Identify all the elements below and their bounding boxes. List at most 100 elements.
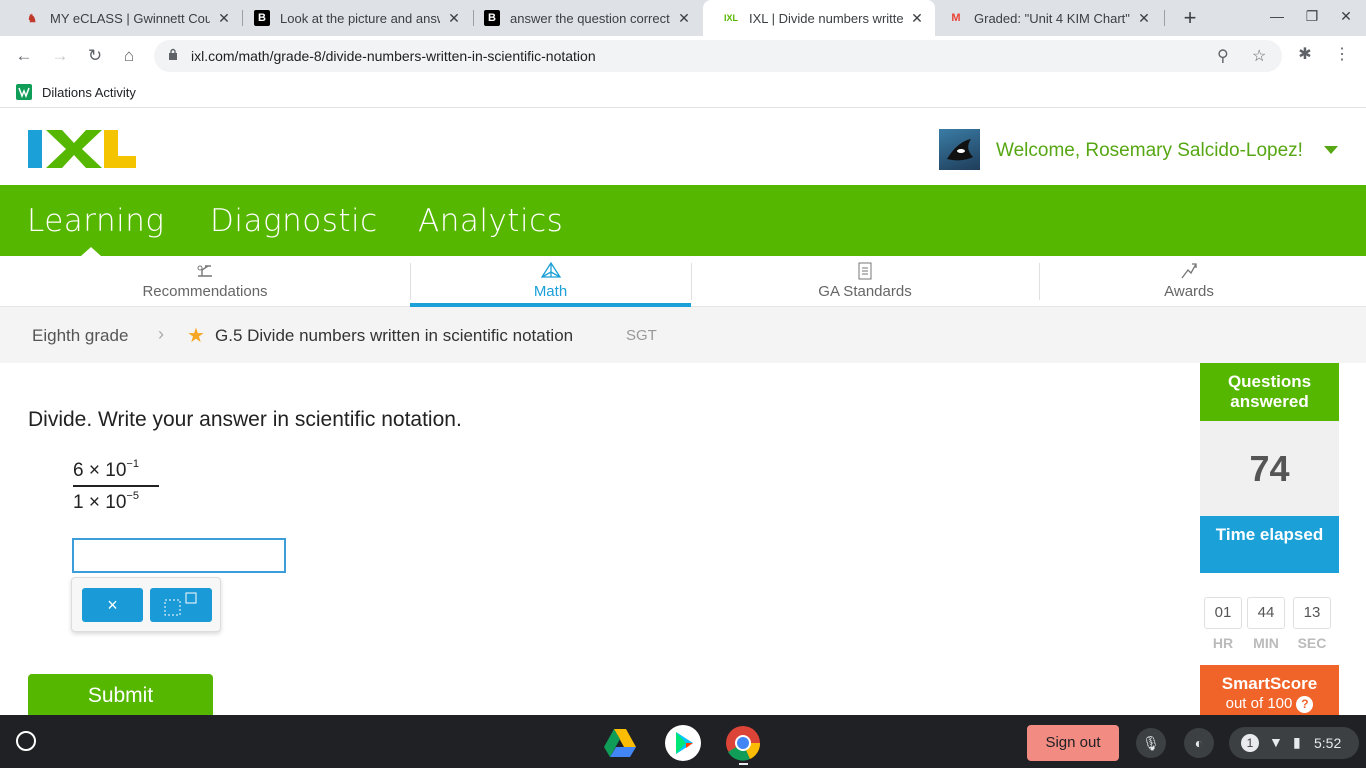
browser-tab-eclass[interactable]: ♞ MY eCLASS | Gwinnett County ✕ <box>4 0 242 36</box>
question-prompt: Divide. Write your answer in scientific … <box>28 408 462 431</box>
tab-awards[interactable]: Awards <box>1039 256 1339 307</box>
nav-diagnostic[interactable]: Diagnostic <box>210 203 378 239</box>
questions-answered-label: Questions answered <box>1200 363 1339 421</box>
microphone-icon[interactable]: 🎙 <box>1136 728 1166 758</box>
num-base: 10 <box>105 460 127 481</box>
denominator: 1 × 10−5 <box>73 490 159 514</box>
system-tray[interactable]: 1 ▼ ▮ 5:52 <box>1229 727 1359 759</box>
welcome-message[interactable]: Welcome, Rosemary Salcido-Lopez! <box>996 140 1303 162</box>
answer-input[interactable] <box>72 538 286 573</box>
math-keypad: × <box>71 577 221 632</box>
exponent-icon <box>164 592 197 616</box>
wifi-icon: ▼ <box>1269 734 1283 750</box>
ixl-icon: IXL <box>723 13 738 23</box>
num-exp: −1 <box>126 458 139 470</box>
address-bar[interactable]: ixl.com/math/grade-8/divide-numbers-writ… <box>154 40 1282 72</box>
play-store-icon[interactable] <box>665 725 701 761</box>
browser-tab-strip: ♞ MY eCLASS | Gwinnett County ✕ B Look a… <box>0 0 1366 36</box>
star-icon: ★ <box>187 325 205 347</box>
home-icon[interactable]: ⌂ <box>117 44 141 68</box>
ixl-logo[interactable] <box>28 130 136 168</box>
close-icon[interactable]: ✕ <box>216 10 232 27</box>
smartscore-panel: SmartScore out of 100? <box>1200 665 1339 720</box>
browser-tab-ixl[interactable]: IXL IXL | Divide numbers written in scie… <box>703 0 935 36</box>
time-elapsed-label: Time elapsed <box>1200 516 1339 573</box>
timer-minutes-label: MIN <box>1253 635 1279 651</box>
brainly-icon: B <box>254 10 270 26</box>
smartscore-subtitle: out of 100 <box>1225 695 1293 712</box>
notification-count: 1 <box>1241 734 1259 752</box>
tab-label: GA Standards <box>818 283 912 300</box>
tab-ga-standards[interactable]: GA Standards <box>691 256 1039 307</box>
tab-math[interactable]: Math <box>410 256 691 307</box>
help-icon[interactable]: ? <box>1296 696 1314 713</box>
back-icon[interactable]: ← <box>12 44 36 68</box>
browser-tab-brainly-1[interactable]: B Look at the picture and answer ✕ <box>234 0 472 36</box>
tab-title: MY eCLASS | Gwinnett County <box>50 10 210 26</box>
chrome-icon[interactable] <box>725 725 761 761</box>
gmail-icon: M <box>951 12 961 24</box>
breadcrumb-grade[interactable]: Eighth grade <box>32 326 128 346</box>
submit-button[interactable]: Submit <box>28 674 213 718</box>
recommendations-icon <box>197 265 212 277</box>
tab-label: Recommendations <box>142 283 268 300</box>
breadcrumb: Eighth grade › ★ G.5 Divide numbers writ… <box>0 307 1366 363</box>
tab-recommendations[interactable]: Recommendations <box>0 256 410 307</box>
timer-hours: 01 <box>1204 597 1242 629</box>
timer-hours-label: HR <box>1212 635 1234 651</box>
new-tab-icon[interactable]: + <box>1178 6 1202 30</box>
timer-seconds-label: SEC <box>1297 635 1327 651</box>
tab-title: Look at the picture and answer <box>280 10 440 26</box>
url-text: ixl.com/math/grade-8/divide-numbers-writ… <box>191 48 596 64</box>
zoom-icon[interactable]: ⚲ <box>1217 46 1229 66</box>
questions-answered-value: 74 <box>1200 421 1339 516</box>
lock-icon <box>169 48 177 60</box>
reload-icon[interactable]: ↻ <box>83 44 107 68</box>
close-icon[interactable]: ✕ <box>909 10 925 27</box>
nav-analytics[interactable]: Analytics <box>418 203 563 239</box>
brainly-icon: B <box>484 10 500 26</box>
active-app-indicator <box>739 763 748 765</box>
math-icon <box>540 262 561 278</box>
bookmark-favicon-icon <box>16 84 32 100</box>
eclass-icon: ♞ <box>27 12 37 25</box>
bookmark-star-icon[interactable]: ☆ <box>1252 46 1266 66</box>
clock: 5:52 <box>1314 735 1342 751</box>
breadcrumb-skill: G.5 Divide numbers written in scientific… <box>215 326 574 345</box>
restore-icon[interactable]: ❐ <box>1302 8 1322 25</box>
ixl-header: Welcome, Rosemary Salcido-Lopez! <box>0 108 1366 185</box>
nav-learning[interactable]: Learning <box>27 203 165 239</box>
os-shelf: Sign out 🎙 ◐ 1 ▼ ▮ 5:52 <box>0 715 1366 768</box>
main-nav: Learning Diagnostic Analytics <box>0 185 1366 256</box>
browser-tab-gmail[interactable]: M Graded: "Unit 4 KIM Chart" ✕ <box>928 0 1162 36</box>
window-close-icon[interactable]: ✕ <box>1336 8 1356 25</box>
close-icon[interactable]: ✕ <box>1136 10 1152 27</box>
forward-icon[interactable]: → <box>48 44 72 68</box>
menu-icon[interactable]: ⋮ <box>1330 44 1354 64</box>
google-drive-icon[interactable] <box>602 725 638 761</box>
tab-title: Graded: "Unit 4 KIM Chart" <box>974 10 1130 26</box>
den-coef: 1 <box>73 492 84 513</box>
launcher-icon[interactable] <box>16 731 36 751</box>
caret-down-icon[interactable] <box>1324 146 1338 154</box>
skill-tag: SGT <box>626 327 657 344</box>
minimize-icon[interactable]: — <box>1267 8 1287 24</box>
extensions-icon[interactable]: ✱ <box>1293 44 1317 64</box>
close-icon[interactable]: ✕ <box>676 10 692 27</box>
select-to-speak-icon[interactable]: ◐ <box>1184 728 1214 758</box>
chevron-right-icon: › <box>158 324 164 344</box>
times-button[interactable]: × <box>82 588 143 622</box>
close-icon[interactable]: ✕ <box>446 10 462 27</box>
browser-tab-brainly-2[interactable]: B answer the question correctly ✕ <box>464 0 702 36</box>
bookmark-label: Dilations Activity <box>42 84 136 100</box>
awards-icon <box>1181 263 1197 279</box>
fraction-expression: 6 × 10−1 1 × 10−5 <box>73 458 159 514</box>
exponent-button[interactable] <box>150 588 212 622</box>
numerator: 6 × 10−1 <box>73 458 159 484</box>
fraction-bar <box>73 485 159 487</box>
bookmark-dilations[interactable]: Dilations Activity <box>16 84 136 100</box>
sub-nav: Recommendations Math GA Standards Awards <box>0 256 1366 307</box>
avatar[interactable] <box>939 129 980 170</box>
num-times: × <box>88 460 100 481</box>
sign-out-button[interactable]: Sign out <box>1027 725 1119 761</box>
